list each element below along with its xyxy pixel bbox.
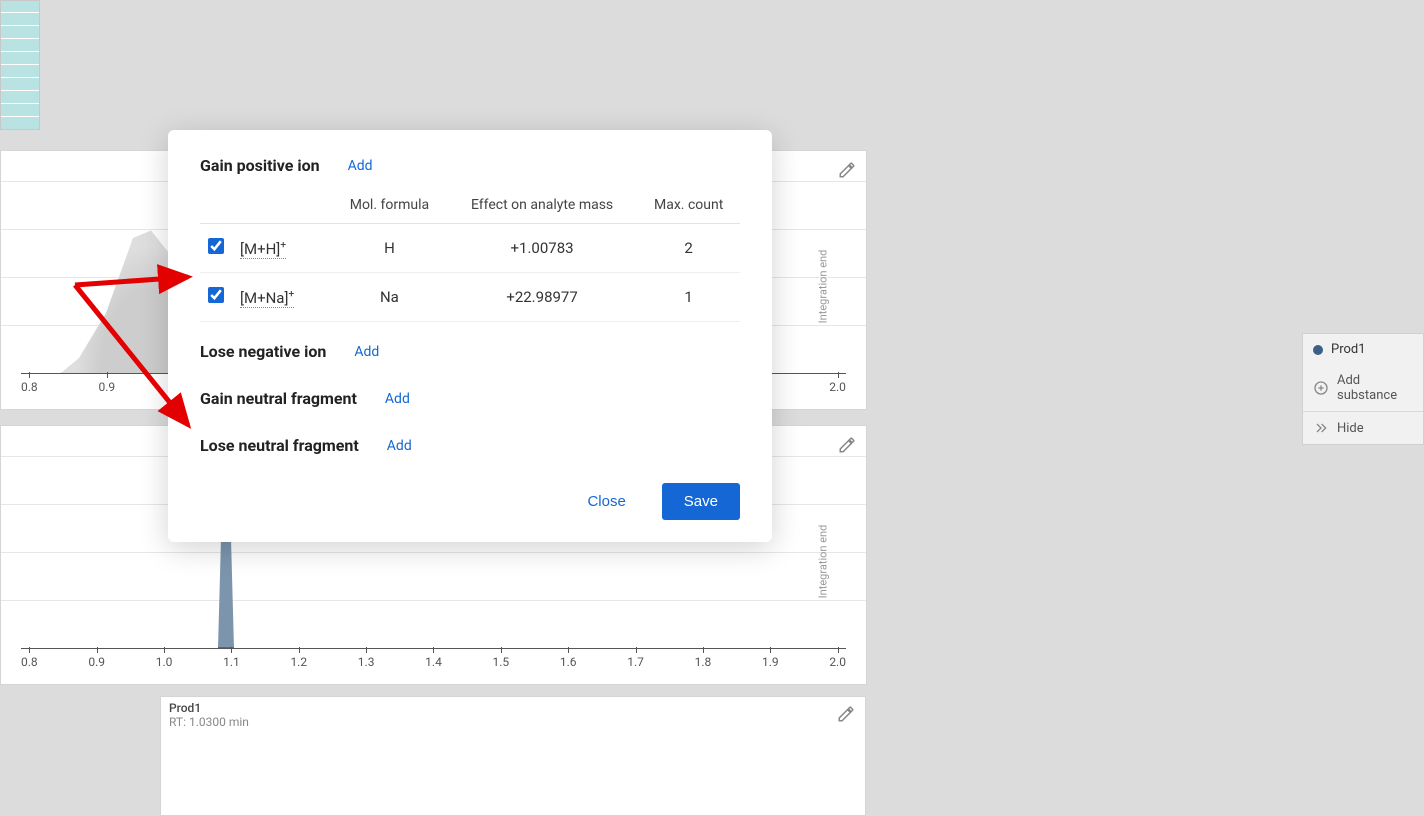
add-lose-neutral-link[interactable]: Add: [387, 438, 412, 454]
col-max-count: Max. count: [637, 187, 740, 224]
add-gain-neutral-link[interactable]: Add: [385, 391, 410, 407]
add-substance-button[interactable]: Add substance: [1303, 365, 1423, 411]
table-row: [M+Na]+ Na +22.98977 1: [200, 273, 740, 322]
edit-icon[interactable]: [838, 436, 856, 458]
legend-color-dot: [1313, 345, 1323, 355]
cell-max: 1: [637, 273, 740, 322]
legend-panel: Prod1 Add substance Hide: [1302, 333, 1424, 445]
thumbnail-strip: [0, 0, 40, 130]
cell-formula: H: [332, 224, 447, 273]
save-button[interactable]: Save: [662, 483, 740, 520]
card-title: Prod1: [169, 701, 857, 715]
legend-item-prod1[interactable]: Prod1: [1303, 334, 1423, 365]
substance-card: Prod1 RT: 1.0300 min: [160, 696, 866, 816]
plus-circle-icon: [1313, 380, 1329, 396]
cell-effect: +1.00783: [447, 224, 637, 273]
add-substance-label: Add substance: [1337, 373, 1413, 403]
add-lose-negative-link[interactable]: Add: [354, 344, 379, 360]
cell-formula: Na: [332, 273, 447, 322]
gain-positive-heading: Gain positive ion: [200, 156, 320, 175]
cell-max: 2: [637, 224, 740, 273]
chevron-double-right-icon: [1313, 420, 1329, 436]
col-mol-formula: Mol. formula: [332, 187, 447, 224]
table-row: [M+H]+ H +1.00783 2: [200, 224, 740, 273]
card-subtitle: RT: 1.0300 min: [169, 715, 857, 729]
integration-end-label: Integration end: [817, 250, 830, 324]
adduct-label: [M+Na]+: [240, 289, 294, 308]
adducts-dialog: Gain positive ion Add Mol. formula Effec…: [168, 130, 772, 542]
adduct-label: [M+H]+: [240, 240, 286, 259]
hide-label: Hide: [1337, 421, 1364, 436]
close-button[interactable]: Close: [575, 485, 637, 518]
lose-neutral-heading: Lose neutral fragment: [200, 436, 359, 455]
row-checkbox[interactable]: [208, 287, 224, 303]
row-checkbox[interactable]: [208, 238, 224, 254]
lose-negative-heading: Lose negative ion: [200, 342, 326, 361]
gain-neutral-heading: Gain neutral fragment: [200, 389, 357, 408]
add-gain-positive-link[interactable]: Add: [348, 158, 373, 174]
col-effect: Effect on analyte mass: [447, 187, 637, 224]
gain-positive-table: Mol. formula Effect on analyte mass Max.…: [200, 187, 740, 322]
edit-icon[interactable]: [838, 161, 856, 183]
x-axis: 0.80.9 1.01.1 1.21.3 1.41.5 1.61.7 1.81.…: [21, 648, 846, 676]
cell-effect: +22.98977: [447, 273, 637, 322]
integration-end-label: Integration end: [817, 525, 830, 599]
hide-legend-button[interactable]: Hide: [1303, 411, 1423, 444]
legend-item-label: Prod1: [1331, 342, 1366, 357]
